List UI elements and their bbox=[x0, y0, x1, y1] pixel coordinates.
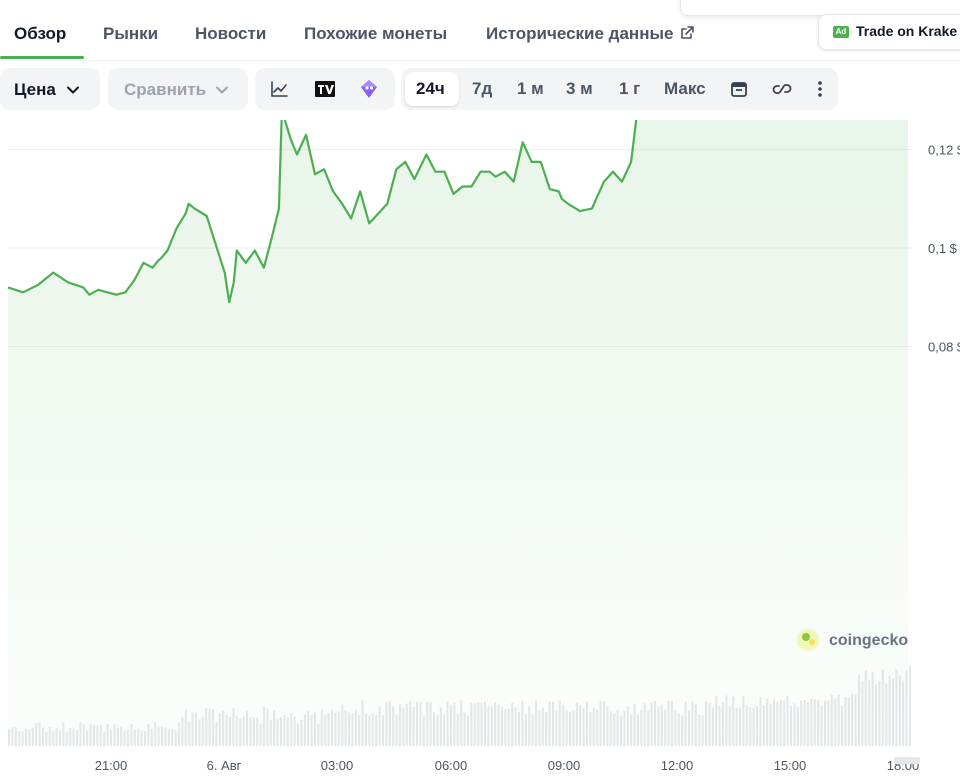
chart-type-group bbox=[255, 68, 395, 110]
volume-bar bbox=[909, 665, 911, 746]
coingecko-watermark: coingecko bbox=[797, 629, 908, 651]
x-tick-label: 6. Авг bbox=[207, 758, 242, 773]
x-tick-label: 03:00 bbox=[321, 758, 354, 773]
range-max[interactable]: Макс bbox=[664, 79, 706, 99]
compare-dropdown-label: Сравнить bbox=[124, 80, 207, 99]
tab-news[interactable]: Новости bbox=[195, 24, 266, 44]
trade-on-kraken-button[interactable]: Ad Trade on Krake bbox=[818, 14, 960, 50]
tab-markets[interactable]: Рынки bbox=[103, 24, 158, 44]
x-tick-label: 06:00 bbox=[435, 758, 468, 773]
price-dropdown-label: Цена bbox=[14, 80, 56, 99]
chevron-down-icon bbox=[216, 86, 228, 94]
range-1m[interactable]: 1 м bbox=[517, 79, 544, 99]
range-3m[interactable]: 3 м bbox=[566, 79, 593, 99]
tab-historical-data[interactable]: Исторические данные bbox=[486, 24, 695, 44]
link-icon[interactable] bbox=[771, 79, 793, 99]
tab-overview[interactable]: Обзор bbox=[14, 24, 66, 44]
price-dropdown[interactable]: Цена bbox=[0, 68, 100, 110]
trade-button-label: Trade on Krake bbox=[856, 23, 958, 39]
y-tick-label: 0,08 $ bbox=[928, 339, 960, 354]
x-tick-label: 12:00 bbox=[661, 758, 694, 773]
range-24h[interactable]: 24ч bbox=[416, 79, 445, 99]
chevron-down-icon bbox=[67, 86, 79, 94]
watermark-text: coingecko bbox=[829, 632, 908, 649]
compare-dropdown[interactable]: Сравнить bbox=[108, 68, 248, 110]
external-link-icon bbox=[681, 26, 695, 39]
range-7d[interactable]: 7д bbox=[472, 79, 492, 99]
y-tick-label: 0,1 $ bbox=[928, 241, 958, 256]
active-tab-indicator bbox=[0, 56, 84, 59]
tab-historical-data-label: Исторические данные bbox=[486, 24, 674, 43]
line-chart-icon[interactable] bbox=[268, 78, 290, 100]
tab-similar-coins[interactable]: Похожие монеты bbox=[304, 24, 447, 44]
diamond-icon[interactable] bbox=[358, 78, 380, 100]
x-tick-label: 09:00 bbox=[548, 758, 581, 773]
x-tick-label: 15:00 bbox=[774, 758, 807, 773]
y-tick-label: 0,12 $ bbox=[928, 143, 960, 158]
x-tick-label: 21:00 bbox=[95, 758, 128, 773]
more-icon[interactable] bbox=[812, 79, 828, 99]
ad-badge: Ad bbox=[833, 26, 849, 38]
scroll-handle[interactable] bbox=[894, 757, 920, 764]
tradingview-icon[interactable] bbox=[314, 78, 336, 100]
range-1y[interactable]: 1 г bbox=[619, 79, 640, 99]
price-chart[interactable]: 0,08 $0,1 $0,12 $0,14 $0,16 $0,18 $ 21:0… bbox=[0, 120, 960, 784]
calendar-icon[interactable] bbox=[729, 79, 749, 99]
price-area-fill bbox=[8, 120, 908, 746]
